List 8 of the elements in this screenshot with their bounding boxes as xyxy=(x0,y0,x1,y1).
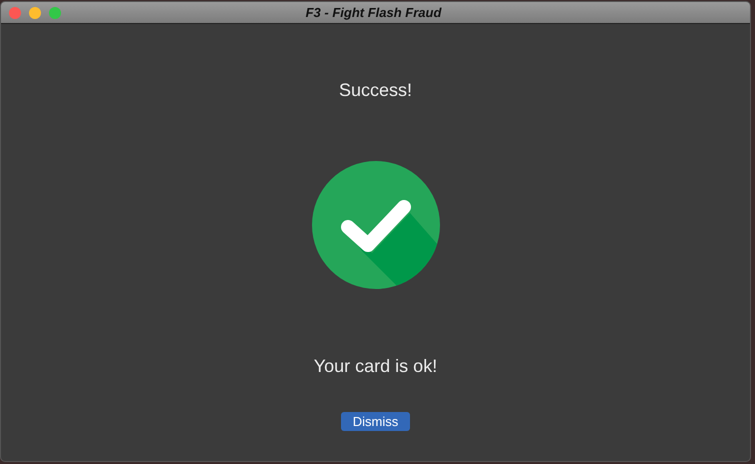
dismiss-button[interactable]: Dismiss xyxy=(340,412,410,431)
close-icon[interactable] xyxy=(9,6,21,18)
heading: Success! xyxy=(338,79,412,102)
zoom-icon[interactable] xyxy=(49,6,61,18)
checkmark-icon xyxy=(312,161,440,289)
status-message: Your card is ok! xyxy=(314,355,438,378)
window-title: F3 - Fight Flash Fraud xyxy=(306,4,442,20)
minimize-icon[interactable] xyxy=(29,6,41,18)
